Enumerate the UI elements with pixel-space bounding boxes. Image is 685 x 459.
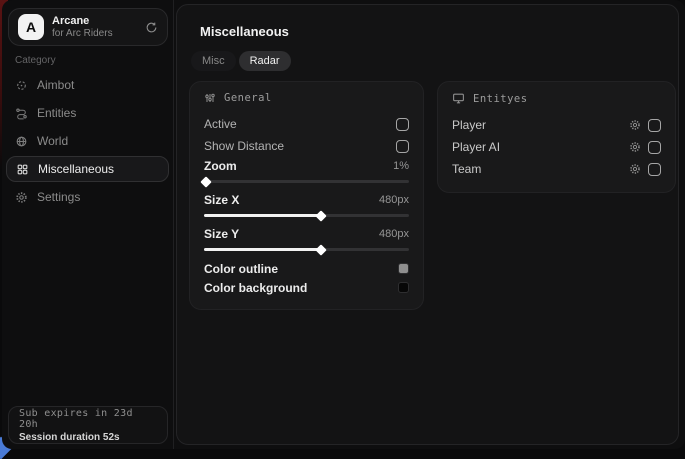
route-icon	[15, 107, 28, 120]
sidebar-item-aimbot[interactable]: Aimbot	[2, 71, 173, 99]
entities-card: Entityes Player Player AI	[437, 81, 676, 193]
active-checkbox[interactable]	[396, 118, 409, 131]
active-row: Active	[204, 113, 409, 135]
sidebar-item-label: Miscellaneous	[38, 162, 114, 176]
slider-track	[204, 180, 409, 183]
player-ai-controls	[629, 141, 661, 154]
sidebar-nav: Aimbot Entities World	[2, 71, 173, 211]
size-y-slider[interactable]	[204, 243, 409, 255]
team-row: Team	[452, 158, 661, 180]
cards-row: General Active Show Distance Zoom 1%	[189, 81, 676, 310]
session-duration-text: Session duration 52s	[19, 432, 157, 443]
app-window: A Arcane for Arc Riders Category Aimbot	[2, 0, 685, 449]
sub-expiry-text: Sub expires in 23d 20h	[19, 408, 157, 430]
size-x-slider[interactable]	[204, 209, 409, 221]
slider-fill	[204, 214, 321, 217]
general-card: General Active Show Distance Zoom 1%	[189, 81, 424, 310]
tab-radar[interactable]: Radar	[239, 51, 291, 71]
sidebar-item-world[interactable]: World	[2, 127, 173, 155]
size-x-value: 480px	[379, 194, 409, 206]
gear-icon[interactable]	[629, 141, 641, 153]
zoom-value: 1%	[393, 160, 409, 172]
gear-icon	[15, 191, 28, 204]
general-card-title: General	[224, 92, 272, 104]
gear-icon[interactable]	[629, 163, 641, 175]
color-outline-label: Color outline	[204, 262, 278, 276]
brand-text: Arcane for Arc Riders	[52, 15, 137, 39]
subscription-card: Sub expires in 23d 20h Session duration …	[8, 406, 168, 444]
category-label: Category	[15, 55, 56, 66]
player-ai-checkbox[interactable]	[648, 141, 661, 154]
zoom-slider[interactable]	[204, 175, 409, 187]
player-checkbox[interactable]	[648, 119, 661, 132]
slider-thumb[interactable]	[200, 176, 211, 187]
grid-icon	[16, 163, 29, 176]
brand-logo: A	[18, 14, 44, 40]
monitor-icon	[452, 92, 465, 105]
active-label: Active	[204, 117, 237, 131]
player-row: Player	[452, 114, 661, 136]
general-card-header: General	[204, 92, 409, 104]
color-background-swatch[interactable]	[398, 282, 409, 293]
slider-thumb[interactable]	[315, 210, 326, 221]
zoom-row: Zoom 1%	[204, 157, 409, 175]
color-outline-row: Color outline	[204, 259, 409, 278]
slider-thumb[interactable]	[315, 244, 326, 255]
team-label: Team	[452, 162, 481, 176]
size-x-row: Size X 480px	[204, 191, 409, 209]
tab-misc[interactable]: Misc	[191, 51, 236, 71]
show-distance-checkbox[interactable]	[396, 140, 409, 153]
size-y-row: Size Y 480px	[204, 225, 409, 243]
sidebar: A Arcane for Arc Riders Category Aimbot	[2, 0, 174, 449]
size-y-slider-group: Size Y 480px	[204, 225, 409, 255]
color-background-row: Color background	[204, 278, 409, 297]
main-panel: Miscellaneous Misc Radar General	[176, 4, 679, 445]
size-x-label: Size X	[204, 193, 239, 207]
color-background-label: Color background	[204, 281, 307, 295]
player-ai-label: Player AI	[452, 140, 500, 154]
globe-icon	[15, 135, 28, 148]
tab-bar: Misc Radar	[191, 51, 291, 71]
sidebar-item-entities[interactable]: Entities	[2, 99, 173, 127]
sidebar-item-settings[interactable]: Settings	[2, 183, 173, 211]
brand-subtitle: for Arc Riders	[52, 28, 137, 40]
sidebar-item-label: Settings	[37, 190, 80, 204]
show-distance-row: Show Distance	[204, 135, 409, 157]
team-checkbox[interactable]	[648, 163, 661, 176]
sidebar-item-label: Aimbot	[37, 78, 74, 92]
sidebar-item-miscellaneous[interactable]: Miscellaneous	[6, 156, 169, 182]
player-controls	[629, 119, 661, 132]
player-ai-row: Player AI	[452, 136, 661, 158]
size-y-value: 480px	[379, 228, 409, 240]
brand-title: Arcane	[52, 15, 137, 28]
color-outline-swatch[interactable]	[398, 263, 409, 274]
size-x-slider-group: Size X 480px	[204, 191, 409, 221]
crosshair-icon	[15, 79, 28, 92]
show-distance-label: Show Distance	[204, 139, 284, 153]
sliders-icon	[204, 92, 216, 104]
entities-card-title: Entityes	[473, 93, 528, 105]
zoom-slider-group: Zoom 1%	[204, 157, 409, 187]
player-label: Player	[452, 118, 486, 132]
slider-fill	[204, 248, 321, 251]
gear-icon[interactable]	[629, 119, 641, 131]
refresh-icon[interactable]	[145, 21, 158, 34]
entities-card-header: Entityes	[452, 92, 661, 105]
team-controls	[629, 163, 661, 176]
zoom-label: Zoom	[204, 159, 237, 173]
sidebar-item-label: World	[37, 134, 68, 148]
brand-card: A Arcane for Arc Riders	[8, 8, 168, 46]
size-y-label: Size Y	[204, 227, 239, 241]
page-title: Miscellaneous	[200, 24, 289, 39]
sidebar-item-label: Entities	[37, 106, 76, 120]
